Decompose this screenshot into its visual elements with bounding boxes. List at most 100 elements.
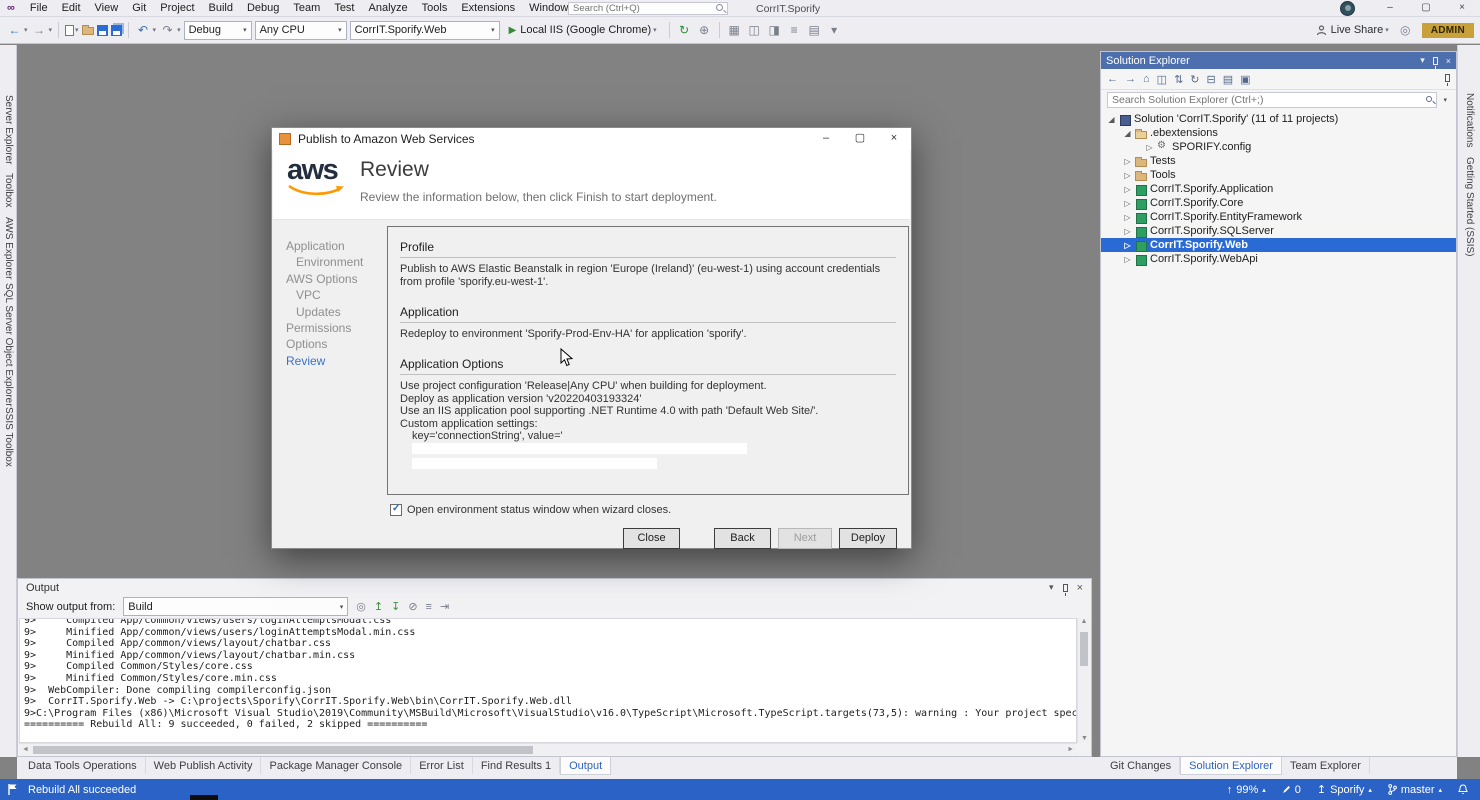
panel-tab[interactable]: Solution Explorer: [1180, 757, 1282, 775]
menu-item[interactable]: Test: [327, 0, 361, 17]
next-message-icon[interactable]: ↧: [391, 600, 400, 613]
pin-icon[interactable]: [1433, 57, 1438, 65]
start-debugging-button[interactable]: ▶ Local IIS (Google Chrome) ▾: [503, 20, 663, 40]
menu-item[interactable]: Analyze: [362, 0, 415, 17]
tree-item[interactable]: SPORIFY.config: [1101, 140, 1456, 154]
new-file-icon[interactable]: [65, 25, 74, 36]
panel-tab[interactable]: Team Explorer: [1282, 757, 1370, 774]
bell-icon[interactable]: [1458, 784, 1468, 795]
tool-window-tab[interactable]: Getting Started (SSIS): [1464, 157, 1475, 257]
tree-item[interactable]: .ebextensions: [1101, 126, 1456, 140]
live-share-button[interactable]: Live Share ▾: [1316, 24, 1389, 36]
pending-edits[interactable]: 0: [1282, 784, 1301, 796]
menu-item[interactable]: Project: [153, 0, 201, 17]
branch-picker[interactable]: master ▴: [1388, 784, 1442, 796]
checkbox-checked-icon[interactable]: [390, 504, 402, 516]
navigate-forward-icon[interactable]: →: [31, 23, 48, 37]
wizard-nav-item[interactable]: Permissions: [286, 320, 382, 336]
tree-item[interactable]: Tools: [1101, 168, 1456, 182]
chevron-down-icon[interactable]: ▾: [1443, 96, 1447, 104]
output-log[interactable]: 9> Compiled App/common/views/users/login…: [19, 618, 1077, 743]
solution-search-input[interactable]: [1107, 92, 1437, 108]
output-titlebar[interactable]: Output ▾ ×: [18, 579, 1091, 596]
wizard-nav-item[interactable]: Updates: [286, 304, 382, 320]
word-wrap-icon[interactable]: ≡: [426, 601, 432, 613]
minimize-button[interactable]: –: [1372, 0, 1408, 17]
back-icon[interactable]: ←: [1107, 73, 1118, 85]
collapse-all-icon[interactable]: ⊟: [1207, 73, 1216, 86]
refresh-icon[interactable]: ↻: [1190, 73, 1199, 86]
panel-tab[interactable]: Web Publish Activity: [146, 757, 262, 774]
menu-item[interactable]: Debug: [240, 0, 286, 17]
menu-item[interactable]: Edit: [55, 0, 88, 17]
tree-item[interactable]: CorrIT.Sporify.SQLServer: [1101, 224, 1456, 238]
wizard-nav-item[interactable]: Application: [286, 238, 382, 254]
configuration-dropdown[interactable]: Debug▾: [184, 21, 252, 40]
indent-icon[interactable]: ≡: [786, 23, 803, 37]
expander-icon[interactable]: [1123, 227, 1132, 236]
expander-icon[interactable]: [1107, 115, 1116, 124]
tree-item[interactable]: CorrIT.Sporify.Core: [1101, 196, 1456, 210]
chevron-down-icon[interactable]: ▾: [1049, 582, 1054, 593]
close-button[interactable]: Close: [623, 528, 680, 549]
show-all-files-icon[interactable]: ▤: [1223, 73, 1233, 86]
menu-item[interactable]: Git: [125, 0, 153, 17]
find-in-files-icon[interactable]: ▦: [726, 23, 743, 37]
chevron-down-icon[interactable]: ▾: [1420, 55, 1425, 66]
chevron-down-icon[interactable]: ▾: [153, 26, 157, 34]
wizard-nav-item[interactable]: Environment: [286, 254, 382, 270]
open-file-icon[interactable]: [82, 27, 94, 35]
output-source-dropdown[interactable]: Build▾: [123, 597, 348, 616]
vertical-scrollbar[interactable]: ▲▼: [1077, 618, 1090, 743]
home-icon[interactable]: ⌂: [1143, 73, 1150, 85]
autoscroll-icon[interactable]: ⇥: [440, 600, 449, 613]
close-icon[interactable]: ×: [1077, 582, 1083, 594]
deploy-button[interactable]: Deploy: [839, 528, 897, 549]
uncomment-icon[interactable]: ◨: [766, 23, 783, 37]
dialog-titlebar[interactable]: Publish to Amazon Web Services – ▢ ×: [272, 128, 911, 150]
repository-picker[interactable]: ↥ Sporify ▴: [1317, 783, 1372, 796]
menu-item[interactable]: File: [23, 0, 55, 17]
wizard-nav-item[interactable]: VPC: [286, 287, 382, 303]
clear-all-icon[interactable]: ⊘: [408, 600, 417, 613]
send-feedback-icon[interactable]: ◎: [1397, 23, 1414, 37]
menu-item[interactable]: Team: [286, 0, 327, 17]
minimize-button[interactable]: –: [809, 128, 843, 150]
switch-views-icon[interactable]: ◫: [1157, 73, 1167, 86]
quick-search-input[interactable]: [568, 2, 728, 15]
navigate-back-icon[interactable]: ←: [6, 23, 23, 37]
wizard-nav-item[interactable]: Options: [286, 336, 382, 352]
menu-item[interactable]: Extensions: [454, 0, 522, 17]
refresh-icon[interactable]: ↻: [676, 23, 693, 37]
expander-icon[interactable]: [1123, 157, 1132, 166]
chevron-down-icon[interactable]: ▾: [49, 26, 53, 34]
tool-window-tab[interactable]: SQL Server Object Explorer: [3, 283, 14, 407]
redo-icon[interactable]: ↷: [159, 23, 176, 37]
tool-window-tab[interactable]: Notifications: [1464, 93, 1475, 147]
expander-icon[interactable]: [1123, 185, 1132, 194]
horizontal-scrollbar[interactable]: ◄►: [19, 743, 1077, 755]
expander-icon[interactable]: [1123, 255, 1132, 264]
back-button[interactable]: Back: [714, 528, 771, 549]
comment-icon[interactable]: ◫: [746, 23, 763, 37]
tree-item[interactable]: CorrIT.Sporify.Web: [1101, 238, 1456, 252]
tool-window-tab[interactable]: Server Explorer: [3, 95, 14, 164]
chevron-down-icon[interactable]: ▾: [75, 26, 79, 34]
expander-icon[interactable]: [1123, 171, 1132, 180]
menu-item[interactable]: Build: [202, 0, 240, 17]
tree-item[interactable]: Solution 'CorrIT.Sporify' (11 of 11 proj…: [1101, 112, 1456, 126]
expander-icon[interactable]: [1123, 213, 1132, 222]
chevron-down-icon[interactable]: ▾: [177, 26, 181, 34]
next-button[interactable]: Next: [778, 528, 832, 549]
panel-tab[interactable]: Git Changes: [1102, 757, 1180, 774]
tree-item[interactable]: CorrIT.Sporify.EntityFramework: [1101, 210, 1456, 224]
forward-icon[interactable]: →: [1125, 73, 1136, 85]
pin-icon[interactable]: [1445, 73, 1450, 85]
wizard-nav-item[interactable]: Review: [286, 353, 382, 369]
menu-item[interactable]: View: [88, 0, 126, 17]
scrollbar-thumb[interactable]: [1080, 632, 1088, 666]
tool-window-tab[interactable]: AWS Explorer: [3, 217, 14, 279]
tree-item[interactable]: CorrIT.Sporify.Application: [1101, 182, 1456, 196]
tool-window-tab[interactable]: SSIS Toolbox: [3, 407, 14, 467]
tree-item[interactable]: CorrIT.Sporify.WebApi: [1101, 252, 1456, 266]
